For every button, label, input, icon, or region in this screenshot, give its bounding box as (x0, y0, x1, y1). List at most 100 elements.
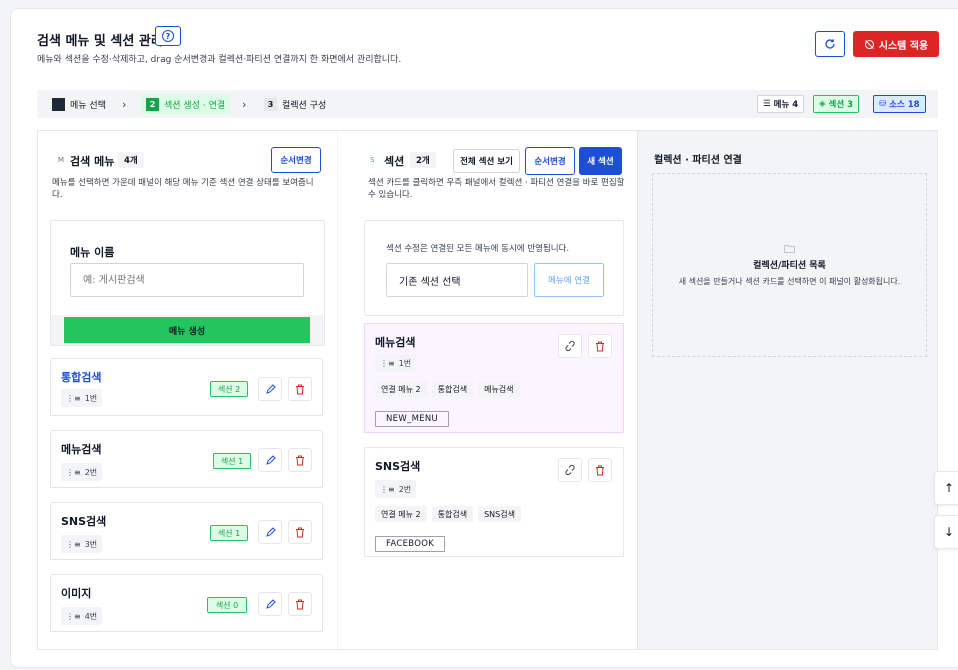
chevron-right-icon: › (122, 98, 127, 111)
step-1-marker (52, 97, 65, 111)
pencil-icon (265, 526, 276, 537)
step-2-label: 섹션 생성 · 연결 (164, 100, 226, 111)
section-card-tags: 연결 메뉴 2 통합검색 SNS검색 (375, 506, 526, 522)
list-order-icon: ⋮≡ (66, 467, 81, 477)
step-1[interactable]: 메뉴 선택 (47, 94, 111, 114)
link-button[interactable] (558, 458, 582, 482)
link-button[interactable] (558, 334, 582, 358)
pencil-icon (265, 598, 276, 609)
question-icon: ? (162, 30, 174, 42)
new-section-button[interactable]: 새 섹션 (579, 147, 622, 175)
delete-button[interactable] (288, 592, 312, 616)
section-panel-title: 섹션 (384, 155, 405, 168)
menu-panel-desc: 메뉴를 선택하면 가운데 패널이 해당 메뉴 기준 섹션 연결 상태를 보여줍니… (52, 178, 314, 200)
step-2-number: 2 (146, 97, 159, 111)
menu-name-label: 메뉴 이름 (70, 246, 115, 259)
scroll-up-button[interactable]: ↑ (934, 471, 958, 505)
database-icon: ⛁ (879, 99, 887, 109)
trash-icon (296, 384, 304, 394)
delete-button[interactable] (288, 520, 312, 544)
scroll-down-button[interactable]: ↓ (934, 515, 958, 549)
edit-button[interactable] (258, 592, 282, 616)
help-button[interactable]: ? (155, 26, 181, 46)
edit-button[interactable] (258, 520, 282, 544)
step-3-label: 컬렉션 구성 (282, 100, 327, 111)
section-card[interactable]: SNS검색 ⋮≡ 2번 연결 메뉴 2 통합검색 SNS검색 FACEBOOK (364, 447, 624, 557)
page-subtitle: 메뉴와 섹션을 수정·삭제하고, drag 순서변경과 컬렉션·파티션 연결까지… (37, 55, 402, 65)
menu-item-order: ⋮≡ 4번 (61, 607, 103, 625)
connect-to-menu-button[interactable]: 메뉴에 연결 (534, 263, 604, 297)
section-card-tags: 연결 메뉴 2 통합검색 메뉴검색 (375, 381, 525, 397)
layers-icon: ◈ (819, 99, 826, 109)
pencil-icon (265, 383, 276, 394)
section-card-order: ⋮≡ 2번 (375, 480, 417, 498)
chevron-right-icon: › (242, 98, 247, 111)
apply-system-button[interactable]: 시스템 적용 (853, 31, 939, 57)
tag: 통합검색 (431, 381, 474, 397)
trash-icon (596, 465, 604, 475)
refresh-button[interactable] (815, 31, 845, 57)
section-card-name: SNS검색 (375, 460, 421, 473)
list-order-icon: ⋮≡ (380, 484, 395, 494)
step-3-number: 3 (264, 97, 277, 111)
step-2[interactable]: 2 섹션 생성 · 연결 (141, 94, 231, 114)
create-menu-button[interactable]: 메뉴 생성 (64, 317, 310, 343)
tag: 통합검색 (431, 506, 474, 522)
menu-name-input[interactable] (70, 263, 304, 297)
section-card-order: ⋮≡ 1번 (375, 354, 417, 372)
menu-item-name: SNS검색 (61, 515, 107, 528)
menu-item[interactable]: 메뉴검색 ⋮≡ 2번 섹션 1 (50, 430, 323, 488)
menu-item[interactable]: 이미지 ⋮≡ 4번 섹션 0 (50, 574, 323, 632)
menu-panel-title: 검색 메뉴 (70, 155, 115, 168)
tag: SNS검색 (478, 506, 521, 522)
menu-item-name: 이미지 (61, 587, 92, 600)
section-code: FACEBOOK (375, 536, 446, 552)
trash-icon (296, 527, 304, 537)
menu-item-section-badge: 섹션 1 (213, 453, 251, 469)
arrow-up-icon: ↑ (943, 481, 955, 495)
step-bar: 메뉴 선택 › 2 섹션 생성 · 연결 › 3 컬렉션 구성 ☰ 메뉴 4 ◈… (37, 90, 938, 118)
menu-item[interactable]: 통합검색 ⋮≡ 1번 섹션 2 (50, 358, 323, 416)
trash-icon (296, 455, 304, 465)
section-marker: S (370, 156, 375, 164)
menu-item-order: ⋮≡ 3번 (61, 535, 103, 553)
list-icon: ☰ (763, 99, 771, 109)
collection-panel-title: 컬렉션 · 파티션 연결 (654, 155, 742, 166)
section-reorder-button[interactable]: 순서변경 (525, 147, 575, 175)
view-all-sections-button[interactable]: 전체 섹션 보기 (453, 149, 520, 173)
trash-icon (296, 599, 304, 609)
collection-empty-title: 컬렉션/파티션 목록 (753, 261, 826, 271)
menu-counter: ☰ 메뉴 4 (757, 95, 805, 113)
menu-item-name: 메뉴검색 (61, 443, 102, 456)
tag: 메뉴검색 (478, 381, 520, 397)
edit-button[interactable] (258, 448, 282, 472)
list-order-icon: ⋮≡ (66, 611, 81, 621)
section-counter: ◈ 섹션 3 (813, 95, 860, 113)
delete-button[interactable] (288, 448, 312, 472)
delete-button[interactable] (288, 377, 312, 401)
list-order-icon: ⋮≡ (66, 539, 81, 549)
menu-marker: M (58, 156, 65, 164)
section-card-selected[interactable]: 메뉴검색 ⋮≡ 1번 연결 메뉴 2 통합검색 메뉴검색 NEW_MENU (364, 323, 624, 433)
unlink-icon (565, 464, 575, 476)
list-order-icon: ⋮≡ (66, 393, 81, 403)
menu-item[interactable]: SNS검색 ⋮≡ 3번 섹션 1 (50, 502, 323, 560)
section-panel-desc: 섹션 카드를 클릭하면 우측 패널에서 컬렉션 · 파티션 연결을 바로 편집할… (368, 178, 625, 200)
menu-reorder-button[interactable]: 순서변경 (271, 147, 321, 173)
menu-count-badge: 4개 (118, 152, 144, 168)
edit-button[interactable] (258, 377, 282, 401)
collection-empty-desc: 새 섹션을 만들거나 섹션 카드를 선택하면 이 패널이 활성화됩니다. (678, 277, 901, 286)
trash-icon (596, 341, 604, 351)
apply-label: 시스템 적용 (878, 40, 929, 52)
refresh-icon (825, 39, 835, 49)
pencil-icon (265, 454, 276, 465)
step-3[interactable]: 3 컬렉션 구성 (259, 94, 331, 114)
existing-section-select[interactable]: 기존 섹션 선택 (386, 263, 528, 297)
page-title: 검색 메뉴 및 섹션 관리 (37, 34, 163, 49)
delete-button[interactable] (588, 334, 612, 358)
arrow-down-icon: ↓ (943, 525, 955, 539)
menu-item-section-badge: 섹션 2 (210, 381, 248, 397)
section-code: NEW_MENU (375, 411, 450, 427)
menu-item-order: ⋮≡ 2번 (61, 463, 103, 481)
delete-button[interactable] (588, 458, 612, 482)
